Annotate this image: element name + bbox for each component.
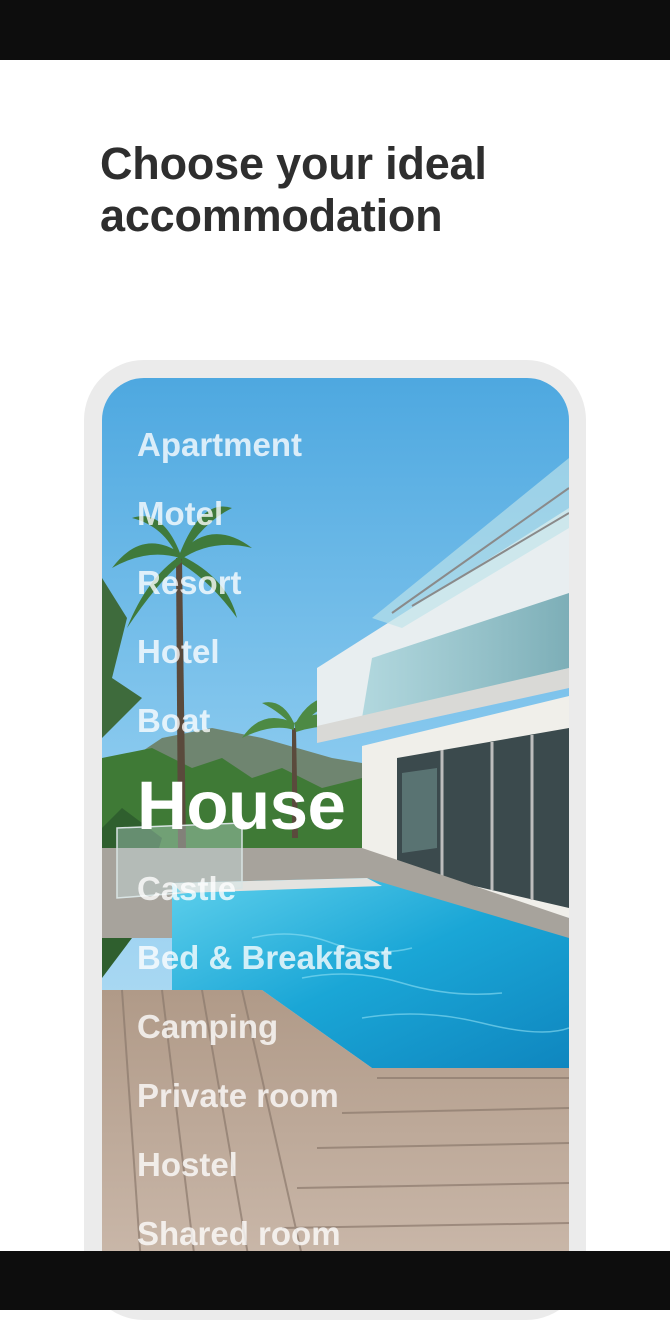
- accommodation-option-boat[interactable]: Boat: [137, 703, 210, 739]
- accommodation-option-house-selected[interactable]: House: [137, 770, 346, 842]
- accommodation-option-shared-room[interactable]: Shared room: [137, 1216, 341, 1252]
- accommodation-type-picker[interactable]: Apartment Motel Resort Hotel Boat House …: [137, 378, 557, 1278]
- page-title: Choose your ideal accommodation: [100, 138, 487, 241]
- accommodation-option-hotel[interactable]: Hotel: [137, 634, 220, 670]
- navigation-bar: [0, 1251, 670, 1310]
- accommodation-option-motel[interactable]: Motel: [137, 496, 223, 532]
- accommodation-option-camping[interactable]: Camping: [137, 1009, 278, 1045]
- accommodation-option-bed-and-breakfast[interactable]: Bed & Breakfast: [137, 940, 392, 976]
- accommodation-option-private-room[interactable]: Private room: [137, 1078, 339, 1114]
- accommodation-option-hostel[interactable]: Hostel: [137, 1147, 238, 1183]
- device-screen: Apartment Motel Resort Hotel Boat House …: [102, 378, 569, 1278]
- status-bar: [0, 0, 670, 60]
- accommodation-option-castle[interactable]: Castle: [137, 871, 236, 907]
- accommodation-option-apartment[interactable]: Apartment: [137, 427, 302, 463]
- accommodation-option-resort[interactable]: Resort: [137, 565, 242, 601]
